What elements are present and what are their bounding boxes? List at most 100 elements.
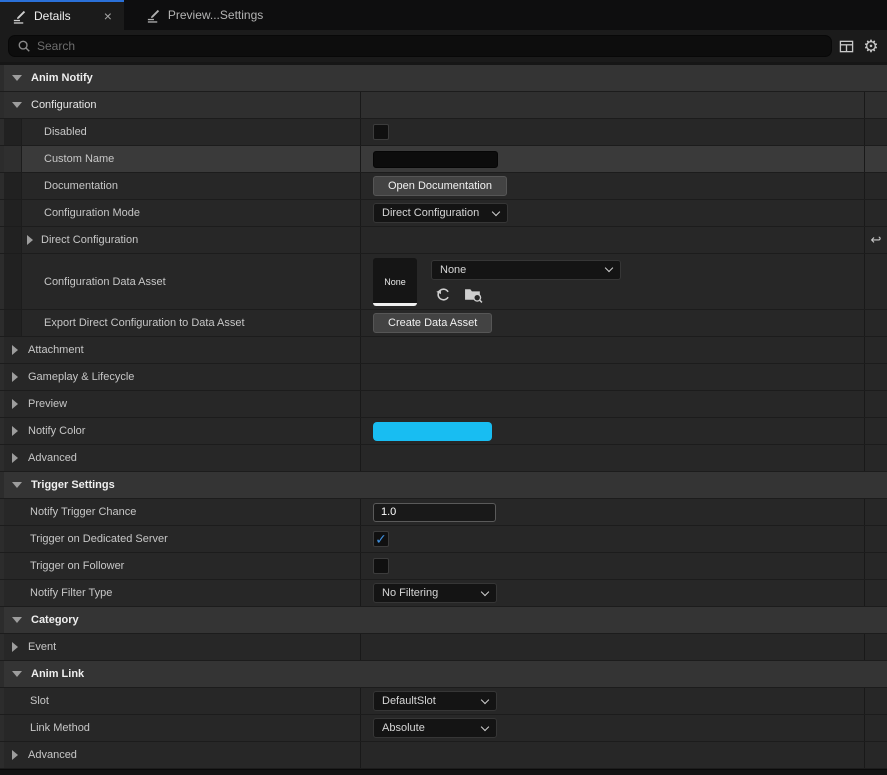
field-label: Notify Filter Type (30, 587, 112, 599)
row-notify-color[interactable]: Notify Color (0, 418, 887, 445)
field-label: Notify Trigger Chance (30, 506, 136, 518)
search-toolbar: ⚙ (0, 30, 887, 62)
section-configuration[interactable]: Configuration (0, 92, 887, 119)
indent-gutter (4, 254, 22, 309)
expander-down-icon[interactable] (12, 102, 22, 108)
asset-thumbnail[interactable]: None (373, 258, 417, 306)
row-slot[interactable]: Slot DefaultSlot (0, 688, 887, 715)
disabled-checkbox[interactable] (373, 124, 389, 140)
row-advanced-anim-link[interactable]: Advanced (0, 742, 887, 769)
field-label: Slot (30, 695, 49, 707)
indent-gutter (4, 310, 22, 336)
details-tab-icon (12, 9, 27, 24)
row-custom-name[interactable]: Custom Name (0, 146, 887, 173)
row-export-direct-configuration[interactable]: Export Direct Configuration to Data Asse… (0, 310, 887, 337)
use-selected-asset-icon[interactable] (433, 286, 453, 304)
trigger-on-follower-checkbox[interactable] (373, 558, 389, 574)
details-panel: Details × Preview...Settings (0, 0, 887, 775)
search-icon (17, 39, 31, 53)
configuration-mode-dropdown[interactable]: Direct Configuration (373, 203, 508, 223)
row-notify-filter-type[interactable]: Notify Filter Type No Filtering (0, 580, 887, 607)
chevron-down-icon (492, 207, 500, 215)
tab-bar: Details × Preview...Settings (0, 0, 887, 30)
row-disabled[interactable]: Disabled (0, 119, 887, 146)
expander-right-icon[interactable] (12, 453, 18, 463)
section-anim-link[interactable]: Anim Link (0, 661, 887, 688)
expander-right-icon[interactable] (12, 750, 18, 760)
expander-down-icon[interactable] (12, 617, 22, 623)
expander-right-icon[interactable] (12, 399, 18, 409)
check-icon: ✓ (375, 532, 387, 546)
row-direct-configuration[interactable]: Direct Configuration ↩ (0, 227, 887, 254)
expander-right-icon[interactable] (12, 642, 18, 652)
link-method-dropdown[interactable]: Absolute (373, 718, 497, 738)
row-link-method[interactable]: Link Method Absolute (0, 715, 887, 742)
section-title: Configuration (31, 99, 96, 111)
chevron-down-icon (481, 695, 489, 703)
search-input[interactable] (37, 39, 823, 53)
browse-to-asset-icon[interactable] (463, 286, 483, 304)
row-configuration-mode[interactable]: Configuration Mode Direct Configuration (0, 200, 887, 227)
settings-gear-icon[interactable]: ⚙ (860, 35, 882, 57)
expander-down-icon[interactable] (12, 75, 22, 81)
section-trigger-settings[interactable]: Trigger Settings (0, 472, 887, 499)
row-notify-trigger-chance[interactable]: Notify Trigger Chance (0, 499, 887, 526)
row-trigger-on-follower[interactable]: Trigger on Follower (0, 553, 887, 580)
asset-select-dropdown[interactable]: None (431, 260, 621, 280)
field-label: Custom Name (44, 153, 114, 165)
tab-details-label: Details (34, 9, 71, 23)
indent-gutter (4, 119, 22, 145)
tab-details[interactable]: Details × (0, 0, 124, 30)
expander-down-icon[interactable] (12, 482, 22, 488)
group-label: Event (28, 641, 56, 653)
open-documentation-button[interactable]: Open Documentation (373, 176, 507, 196)
field-label: Trigger on Follower (30, 560, 124, 572)
panel-bottom-edge (0, 769, 887, 775)
row-trigger-on-dedicated-server[interactable]: Trigger on Dedicated Server ✓ (0, 526, 887, 553)
chevron-down-icon (481, 722, 489, 730)
row-gameplay-lifecycle[interactable]: Gameplay & Lifecycle (0, 364, 887, 391)
notify-filter-type-dropdown[interactable]: No Filtering (373, 583, 497, 603)
indent-gutter (4, 173, 22, 199)
create-data-asset-button[interactable]: Create Data Asset (373, 313, 492, 333)
notify-color-swatch[interactable] (373, 422, 492, 441)
row-configuration-data-asset[interactable]: Configuration Data Asset None None (0, 254, 887, 310)
section-anim-notify[interactable]: Anim Notify (0, 65, 887, 92)
tab-preview-settings-label: Preview...Settings (168, 8, 263, 22)
field-label: Direct Configuration (41, 234, 138, 246)
field-label: Disabled (44, 126, 87, 138)
search-box[interactable] (8, 35, 832, 57)
group-label: Advanced (28, 749, 77, 761)
section-title: Trigger Settings (31, 479, 115, 491)
section-title: Category (31, 614, 79, 626)
tab-close-icon[interactable]: × (104, 9, 112, 23)
expander-right-icon[interactable] (12, 372, 18, 382)
field-label: Configuration Data Asset (44, 276, 166, 288)
custom-name-input[interactable] (373, 151, 498, 168)
expander-right-icon[interactable] (12, 426, 18, 436)
field-label: Export Direct Configuration to Data Asse… (44, 317, 245, 329)
row-event[interactable]: Event (0, 634, 887, 661)
expander-right-icon[interactable] (27, 235, 33, 245)
trigger-on-dedicated-server-checkbox[interactable]: ✓ (373, 531, 389, 547)
display-filter-grid-icon[interactable] (835, 35, 857, 57)
field-label: Link Method (30, 722, 90, 734)
indent-gutter (4, 227, 22, 253)
row-attachment[interactable]: Attachment (0, 337, 887, 364)
indent-gutter (4, 200, 22, 226)
section-title: Anim Link (31, 668, 84, 680)
row-documentation[interactable]: Documentation Open Documentation (0, 173, 887, 200)
expander-down-icon[interactable] (12, 671, 22, 677)
group-label: Notify Color (28, 425, 85, 437)
section-category[interactable]: Category (0, 607, 887, 634)
field-label: Configuration Mode (44, 207, 140, 219)
reset-to-default-icon[interactable]: ↩ (871, 232, 882, 248)
group-label: Gameplay & Lifecycle (28, 371, 134, 383)
expander-right-icon[interactable] (12, 345, 18, 355)
row-advanced-anim-notify[interactable]: Advanced (0, 445, 887, 472)
slot-dropdown[interactable]: DefaultSlot (373, 691, 497, 711)
notify-trigger-chance-input[interactable] (373, 503, 496, 522)
tab-preview-settings[interactable]: Preview...Settings (134, 0, 275, 30)
row-preview[interactable]: Preview (0, 391, 887, 418)
group-label: Attachment (28, 344, 84, 356)
